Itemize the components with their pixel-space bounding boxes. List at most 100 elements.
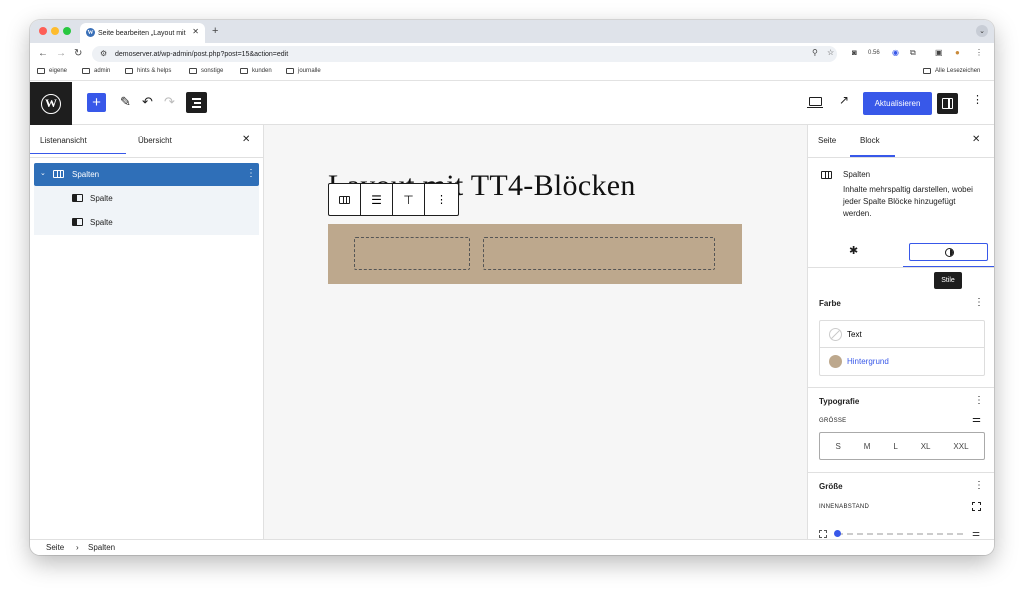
folder-icon bbox=[189, 68, 197, 74]
styles-tab-button[interactable] bbox=[909, 243, 988, 261]
link-sides-icon[interactable] bbox=[972, 502, 981, 511]
color-item-text[interactable]: Text bbox=[820, 321, 984, 348]
folder-icon bbox=[82, 68, 90, 74]
list-item-options-icon[interactable]: ⋮ bbox=[246, 168, 256, 179]
bookmark-folder-eigene[interactable]: eigene bbox=[37, 68, 67, 74]
minimize-window-button[interactable] bbox=[51, 27, 59, 35]
close-window-button[interactable] bbox=[39, 27, 47, 35]
column-placeholder[interactable] bbox=[354, 237, 470, 270]
bookmark-folder-kunden[interactable]: kunden bbox=[240, 68, 272, 74]
site-settings-icon[interactable]: ⚙ bbox=[100, 49, 107, 58]
folder-icon bbox=[37, 68, 45, 74]
back-arrow-icon[interactable]: ← bbox=[38, 48, 48, 59]
new-tab-button[interactable]: + bbox=[212, 25, 218, 37]
slider-thumb[interactable] bbox=[834, 530, 841, 537]
editor-canvas: Layout mit TT4-Blöcken ☰ ⊤ ⋮ bbox=[264, 125, 807, 539]
columns-block-icon bbox=[339, 195, 350, 204]
columns-block[interactable] bbox=[328, 224, 742, 284]
bookmark-folder-sonstige[interactable]: sonstige bbox=[189, 68, 223, 74]
close-list-view-icon[interactable]: ✕ bbox=[242, 134, 250, 145]
align-center-icon: ☰ bbox=[371, 192, 382, 207]
extension-camera-icon[interactable]: ◙ bbox=[852, 48, 857, 57]
align-button[interactable]: ☰ bbox=[361, 184, 393, 215]
all-bookmarks-folder[interactable]: Alle Lesezeichen bbox=[923, 68, 980, 74]
padding-label: INNENABSTAND bbox=[819, 504, 870, 510]
browser-menu-icon[interactable]: ⋮ bbox=[975, 48, 983, 57]
size-option-xxl[interactable]: XXL bbox=[953, 442, 968, 451]
tab-overview[interactable]: Übersicht bbox=[138, 136, 172, 145]
columns-block-icon bbox=[53, 170, 64, 178]
tab-page[interactable]: Seite bbox=[818, 136, 836, 145]
close-sidebar-icon[interactable]: ✕ bbox=[972, 134, 980, 145]
reload-icon[interactable]: ↻ bbox=[74, 48, 82, 59]
bookmark-label: sonstige bbox=[201, 68, 224, 74]
view-page-external-icon[interactable]: ↗ bbox=[839, 93, 849, 107]
options-kebab-icon: ⋮ bbox=[436, 194, 447, 206]
list-item-spalte[interactable]: Spalte bbox=[34, 186, 259, 209]
bookmarks-bar: eigene admin hints & helps sonstige kund… bbox=[30, 65, 994, 81]
list-line-icon bbox=[192, 106, 201, 108]
sidepanel-icon[interactable]: ▣ bbox=[935, 48, 943, 57]
vertical-align-button[interactable]: ⊤ bbox=[393, 184, 425, 215]
settings-sidebar-toggle[interactable] bbox=[937, 93, 958, 114]
pencil-tools-icon[interactable]: ✎ bbox=[120, 94, 131, 110]
size-option-xl[interactable]: XL bbox=[921, 442, 931, 451]
preview-desktop-icon[interactable] bbox=[807, 97, 823, 108]
maximize-window-button[interactable] bbox=[63, 27, 71, 35]
size-option-s[interactable]: S bbox=[835, 442, 840, 451]
block-toolbar: ☰ ⊤ ⋮ bbox=[328, 183, 459, 216]
list-item-spalten[interactable]: ⌄ Spalten ⋮ bbox=[34, 163, 259, 186]
bookmark-label: admin bbox=[94, 68, 111, 74]
folder-icon bbox=[286, 68, 294, 74]
block-card-title: Spalten bbox=[843, 170, 871, 179]
browser-tab-active[interactable]: W Seite bearbeiten „Layout mit ✕ bbox=[80, 23, 205, 43]
extensions-puzzle-icon[interactable]: ⧉ bbox=[910, 48, 916, 58]
url-field[interactable]: ⚙ demoserver.at/wp-admin/post.php?post=1… bbox=[92, 46, 837, 62]
color-item-background[interactable]: Hintergrund bbox=[820, 348, 984, 375]
bookmark-folder-hints[interactable]: hints & helps bbox=[125, 68, 171, 74]
block-options-button[interactable]: ⋮ bbox=[425, 184, 458, 215]
extension-circle-icon[interactable]: ◉ bbox=[892, 48, 899, 57]
block-type-button[interactable] bbox=[329, 184, 361, 215]
columns-block-icon bbox=[821, 171, 832, 179]
tab-block[interactable]: Block bbox=[860, 136, 880, 145]
column-block-icon bbox=[72, 194, 83, 202]
bookmark-folder-admin[interactable]: admin bbox=[82, 68, 110, 74]
size-option-l[interactable]: L bbox=[893, 442, 897, 451]
custom-value-icon[interactable]: ⚌ bbox=[972, 528, 980, 539]
breadcrumb-page[interactable]: Seite bbox=[46, 543, 64, 552]
update-button[interactable]: Aktualisieren bbox=[863, 92, 932, 115]
tab-search-icon[interactable]: ⌄ bbox=[976, 25, 988, 37]
bookmark-star-icon[interactable]: ☆ bbox=[827, 48, 834, 57]
column-placeholder[interactable] bbox=[483, 237, 715, 270]
undo-icon[interactable]: ↶ bbox=[142, 94, 153, 110]
wordpress-favicon-icon: W bbox=[86, 28, 95, 37]
color-options-icon[interactable]: ⋮ bbox=[974, 298, 984, 308]
settings-sidebar: Seite Block ✕ Spalten Inhalte mehrspalti… bbox=[807, 125, 994, 539]
extension-badge[interactable]: 0.56 bbox=[868, 50, 880, 56]
options-kebab-icon[interactable]: ⋮ bbox=[972, 95, 983, 106]
color-list: Text Hintergrund bbox=[819, 320, 985, 376]
typography-options-icon[interactable]: ⋮ bbox=[974, 396, 984, 406]
profile-avatar-icon[interactable]: ● bbox=[955, 48, 960, 57]
padding-vertical-slider[interactable]: ⚌ bbox=[819, 528, 985, 539]
redo-icon[interactable]: ↷ bbox=[164, 94, 175, 110]
styles-contrast-icon bbox=[945, 248, 954, 257]
bookmark-folder-journalle[interactable]: journalle bbox=[286, 68, 321, 74]
list-item-spalte[interactable]: Spalte bbox=[34, 210, 259, 233]
wordpress-logo-button[interactable]: W bbox=[30, 82, 72, 125]
settings-gear-icon[interactable]: ✱ bbox=[849, 244, 858, 257]
wordpress-logo-icon: W bbox=[41, 93, 61, 114]
breadcrumb-separator: › bbox=[76, 543, 79, 552]
zoom-icon[interactable]: ⚲ bbox=[812, 48, 818, 57]
dimensions-options-icon[interactable]: ⋮ bbox=[974, 481, 984, 491]
document-overview-button[interactable] bbox=[186, 92, 207, 113]
size-option-m[interactable]: M bbox=[864, 442, 871, 451]
block-inserter-button[interactable]: + bbox=[87, 93, 106, 112]
forward-arrow-icon[interactable]: → bbox=[56, 48, 66, 59]
tab-list-view[interactable]: Listenansicht bbox=[30, 136, 126, 154]
close-tab-icon[interactable]: ✕ bbox=[192, 27, 199, 36]
breadcrumb-columns[interactable]: Spalten bbox=[88, 543, 115, 552]
chevron-down-icon[interactable]: ⌄ bbox=[40, 169, 46, 177]
custom-size-icon[interactable]: ⚌ bbox=[972, 414, 981, 425]
